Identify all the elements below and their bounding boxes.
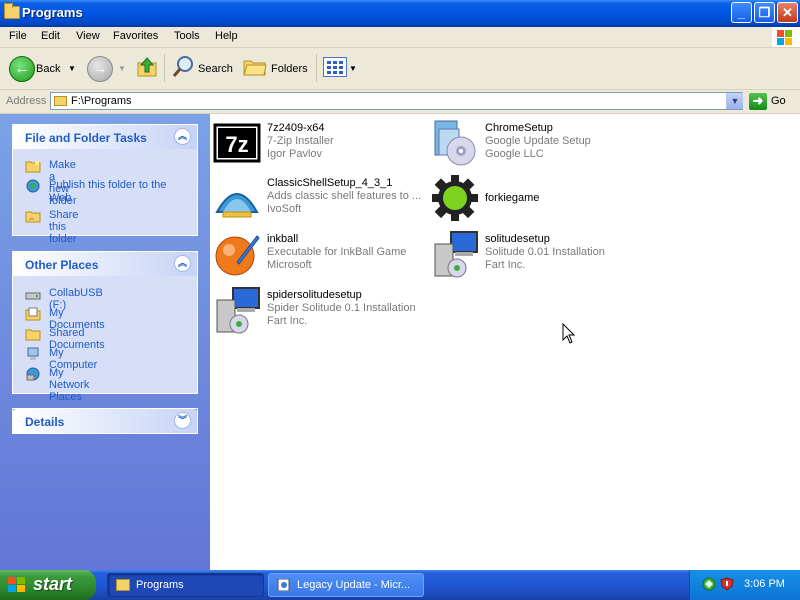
search-icon[interactable] [171,54,195,80]
title-bar[interactable]: Programs _ ❐ ✕ [0,0,800,27]
folder-icon [116,579,130,591]
panel-header[interactable]: Details ︾ [13,409,197,433]
panel-header[interactable]: File and Folder Tasks ︽ [13,125,197,149]
installer-cd-icon [434,120,476,166]
file-item[interactable]: 7z 7z2409-x64 7-Zip Installer Igor Pavlo… [213,119,423,169]
panel-title[interactable]: Details [25,415,64,429]
classic-shell-icon [215,193,259,218]
7zip-icon: 7z [213,123,261,163]
my-documents-icon [25,307,41,321]
menu-bar: File Edit View Favorites Tools Help [0,27,800,48]
file-item[interactable]: inkball Executable for InkBall Game Micr… [213,230,423,280]
file-item[interactable]: spidersolitudesetup Spider Solitude 0.1 … [213,286,423,336]
folder-icon [54,96,67,106]
taskbar: start Programs Legacy Update - Micr... 3… [0,570,800,600]
ie-page-icon [277,579,290,591]
panel-title[interactable]: Other Places [25,258,98,272]
toolbar-separator [164,54,165,82]
file-list: 7z 7z2409-x64 7-Zip Installer Igor Pavlo… [210,114,800,570]
taskbar-button-legacy-update[interactable]: Legacy Update - Micr... [268,573,424,597]
window-title: Programs [22,5,83,20]
menu-edit[interactable]: Edit [41,30,60,42]
file-item[interactable]: forkiegame [431,174,641,224]
menu-view[interactable]: View [76,30,100,42]
go-button-label[interactable]: Go [771,95,786,107]
back-arrow-icon[interactable]: ← [9,56,35,82]
menu-tools[interactable]: Tools [174,30,200,42]
start-button[interactable]: start [0,570,96,600]
taskbar-button-programs[interactable]: Programs [107,573,264,597]
back-dropdown-icon[interactable]: ▼ [68,64,76,73]
folders-icon[interactable] [243,57,267,77]
go-arrow-icon[interactable]: ➜ [749,93,767,110]
toolbar-separator [316,54,317,82]
network-tray-icon[interactable] [702,577,716,591]
collapse-icon[interactable]: ︽ [174,255,191,272]
new-folder-icon [25,161,41,173]
inkball-icon [215,235,260,276]
chevron-down-icon[interactable]: ▼ [726,93,743,109]
address-label: Address [6,95,47,107]
file-item[interactable]: ChromeSetup Google Update Setup Google L… [431,119,641,169]
file-item[interactable]: solitudesetup Solitude 0.01 Installation… [431,230,641,280]
svg-text:7z: 7z [225,132,248,157]
search-button-label[interactable]: Search [198,63,233,75]
folders-button-label[interactable]: Folders [271,63,308,75]
maximize-button[interactable]: ❐ [754,2,775,23]
green-gear-icon [432,175,478,221]
toolbar: ← Back ▼ → ▼ Search Folders ▼ [0,48,800,90]
collapse-icon[interactable]: ︽ [174,128,191,145]
file-folder-tasks-panel: File and Folder Tasks ︽ Make a new folde… [12,124,198,245]
publish-web-icon [26,179,40,193]
panel-header[interactable]: Other Places ︽ [13,252,197,276]
address-value: F:\Programs [71,95,132,107]
start-label[interactable]: start [33,574,72,595]
menu-file[interactable]: File [9,30,27,42]
folder-icon [4,3,20,19]
forward-arrow-icon[interactable]: → [87,56,113,82]
share-folder-icon [25,211,41,223]
menu-help[interactable]: Help [215,30,238,42]
address-input[interactable]: F:\Programs ▼ [50,92,743,110]
minimize-button[interactable]: _ [731,2,752,23]
setup-computer-icon [434,231,478,278]
system-tray: 3:06 PM [689,570,800,600]
security-shield-icon[interactable] [720,577,734,591]
expand-icon[interactable]: ︾ [174,412,191,429]
shared-documents-icon [25,329,41,341]
panel-title[interactable]: File and Folder Tasks [25,131,147,145]
back-button-label[interactable]: Back [36,63,60,75]
menu-favorites[interactable]: Favorites [113,30,158,42]
clock[interactable]: 3:06 PM [744,578,785,590]
views-dropdown-icon[interactable]: ▼ [349,64,357,73]
close-button[interactable]: ✕ [777,2,798,23]
up-folder-icon[interactable] [136,56,158,78]
drive-icon [25,292,41,300]
views-icon[interactable] [323,57,347,77]
mouse-cursor-icon [562,323,576,344]
other-places-panel: Other Places ︽ CollabUSB (F:) My Documen… [12,251,198,403]
task-pane: File and Folder Tasks ︽ Make a new folde… [0,114,210,570]
network-places-icon [26,367,40,381]
windows-logo-icon [772,27,800,47]
my-computer-icon [27,347,39,360]
address-bar: Address F:\Programs ▼ ➜ Go [0,90,800,114]
details-panel: Details ︾ [12,408,198,434]
forward-dropdown-icon[interactable]: ▼ [118,64,126,73]
file-item[interactable]: ClassicShellSetup_4_3_1 Adds classic she… [213,174,423,224]
setup-computer-icon [216,287,260,334]
windows-logo-icon [8,577,26,593]
